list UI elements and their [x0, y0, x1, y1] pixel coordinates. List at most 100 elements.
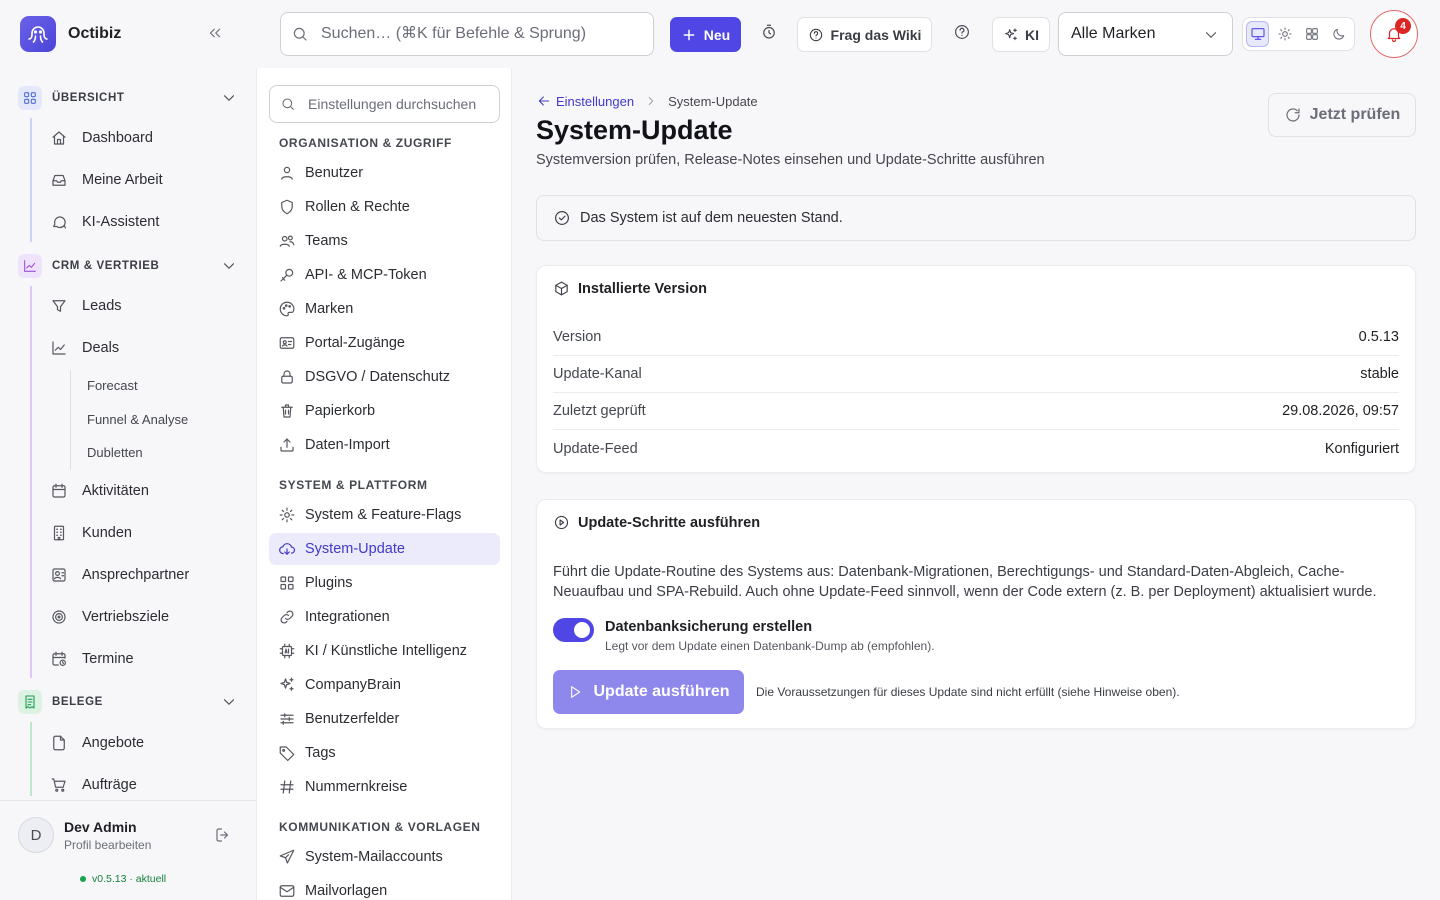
settings-item-marken[interactable]: Marken — [269, 293, 500, 325]
plugins-grid-icon — [280, 576, 294, 590]
settings-item-integrationen[interactable]: Integrationen — [269, 601, 500, 633]
settings-item-papierkorb[interactable]: Papierkorb — [269, 395, 500, 427]
settings-item-companybrain[interactable]: CompanyBrain — [269, 669, 500, 701]
chevron-down-icon — [1205, 32, 1217, 38]
chart-line-icon — [18, 254, 42, 278]
nav-group-uebersicht[interactable]: ÜBERSICHT — [18, 86, 242, 110]
nav-item-vertriebsziele[interactable]: Vertriebsziele — [50, 602, 169, 632]
nav-item-kunden[interactable]: Kunden — [50, 518, 132, 548]
nav-item-ki-assistent[interactable]: KI-Assistent — [50, 207, 159, 237]
nav-group-belege[interactable]: BELEGE — [18, 690, 242, 714]
nav-subitem-forecast[interactable]: Forecast — [87, 378, 138, 393]
nav-item-ansprechpartner[interactable]: Ansprechpartner — [50, 560, 189, 590]
lock-icon — [281, 370, 293, 384]
version-status: v0.5.13 · aktuell — [80, 873, 166, 885]
help-circle-icon — [809, 28, 822, 41]
backup-toggle[interactable] — [553, 618, 594, 642]
settings-item-api-token[interactable]: API- & MCP-Token — [269, 259, 500, 291]
monitor-icon[interactable] — [1246, 21, 1270, 47]
toggle-knob — [574, 622, 590, 638]
check-now-button[interactable]: Jetzt prüfen — [1268, 93, 1416, 137]
subnav-line — [70, 370, 71, 470]
nav-item-label: Leads — [82, 298, 122, 314]
settings-item-plugins[interactable]: Plugins — [269, 567, 500, 599]
nav-item-aktivitaeten[interactable]: Aktivitäten — [50, 476, 149, 506]
new-button-label: Neu — [703, 26, 731, 43]
settings-item-ki[interactable]: KI / Künstliche Intelligenz — [269, 635, 500, 667]
card-title: Installierte Version — [553, 280, 707, 297]
nav-item-dashboard[interactable]: Dashboard — [50, 123, 153, 153]
backup-toggle-help: Legt vor dem Update einen Datenbank-Dump… — [605, 639, 935, 653]
notifications-button[interactable]: 4 — [1370, 10, 1418, 58]
sparkles-icon — [1005, 27, 1017, 40]
target-icon — [52, 610, 66, 624]
settings-item-tags[interactable]: Tags — [269, 737, 500, 769]
settings-item-mailvorlagen[interactable]: Mailvorlagen — [269, 875, 500, 900]
settings-item-nummernkreise[interactable]: Nummernkreise — [269, 771, 500, 803]
settings-item-rollen[interactable]: Rollen & Rechte — [269, 191, 500, 223]
nav-item-auftraege[interactable]: Aufträge — [50, 770, 137, 796]
global-search-input[interactable] — [321, 25, 641, 43]
collapse-sidebar-icon[interactable] — [206, 24, 224, 42]
moon-icon[interactable] — [1327, 21, 1350, 47]
new-button[interactable]: Neu — [670, 17, 741, 52]
settings-search[interactable] — [269, 85, 500, 123]
chevron-down-icon[interactable] — [220, 257, 238, 275]
nav-item-leads[interactable]: Leads — [50, 291, 122, 321]
breadcrumb-back-link[interactable]: Einstellungen — [536, 93, 634, 109]
settings-item-teams[interactable]: Teams — [269, 225, 500, 257]
settings-item-label: System-Update — [305, 541, 405, 557]
settings-item-label: Portal-Zugänge — [305, 335, 405, 351]
ki-button[interactable]: KI — [992, 17, 1050, 52]
logout-icon[interactable] — [214, 826, 232, 844]
octopus-logo-icon — [20, 16, 56, 52]
settings-item-import[interactable]: Daten-Import — [269, 429, 500, 461]
edit-profile-link[interactable]: Profil bearbeiten — [64, 838, 151, 852]
palette-icon — [279, 301, 295, 317]
trend-icon — [52, 341, 66, 355]
nav-item-meine-arbeit[interactable]: Meine Arbeit — [50, 165, 163, 195]
sun-icon[interactable] — [1273, 21, 1296, 47]
nav-group-line — [30, 286, 32, 678]
nav-item-deals[interactable]: Deals — [50, 333, 119, 363]
card-title-label: Update-Schritte ausführen — [578, 514, 761, 531]
card-title-label: Installierte Version — [578, 280, 707, 297]
user-name[interactable]: Dev Admin — [64, 819, 137, 835]
help-icon[interactable] — [953, 23, 971, 41]
info-value: 29.08.2026, 09:57 — [1282, 403, 1399, 419]
wiki-button[interactable]: Frag das Wiki — [797, 17, 932, 52]
info-key: Update-Kanal — [553, 366, 642, 382]
nav-subitem-dubletten[interactable]: Dubletten — [87, 445, 143, 460]
nav-group-crm[interactable]: CRM & VERTRIEB — [18, 254, 242, 278]
settings-item-system-flags[interactable]: System & Feature-Flags — [269, 499, 500, 531]
brand-select[interactable]: Alle Marken — [1058, 12, 1233, 56]
info-key: Update-Feed — [553, 440, 638, 457]
settings-item-system-update[interactable]: System-Update — [269, 533, 500, 565]
shield-icon — [281, 199, 293, 215]
nav-item-termine[interactable]: Termine — [50, 644, 134, 674]
chevron-down-icon[interactable] — [220, 89, 238, 107]
avatar[interactable]: D — [18, 817, 54, 853]
hash-icon — [280, 780, 294, 794]
settings-item-benutzerfelder[interactable]: Benutzerfelder — [269, 703, 500, 735]
settings-item-benutzer[interactable]: Benutzer — [269, 157, 500, 189]
page-title: System-Update — [536, 115, 733, 145]
info-row-version: Version 0.5.13 — [553, 319, 1399, 356]
nav-item-angebote[interactable]: Angebote — [50, 728, 144, 758]
status-message: Das System ist auf dem neuesten Stand. — [580, 210, 843, 226]
global-search[interactable] — [280, 12, 654, 56]
nav-item-label: Dashboard — [82, 130, 153, 146]
settings-search-input[interactable] — [308, 96, 498, 112]
settings-item-mailaccounts[interactable]: System-Mailaccounts — [269, 841, 500, 873]
nav-subitem-funnel[interactable]: Funnel & Analyse — [87, 412, 188, 427]
timer-icon[interactable] — [760, 23, 778, 41]
settings-item-dsgvo[interactable]: DSGVO / Datenschutz — [269, 361, 500, 393]
settings-item-portal[interactable]: Portal-Zugänge — [269, 327, 500, 359]
brand[interactable]: Octibiz — [20, 16, 121, 52]
run-update-button[interactable]: Update ausführen — [553, 670, 744, 714]
settings-item-label: Rollen & Rechte — [305, 199, 410, 215]
layout-grid-icon[interactable] — [1300, 21, 1323, 47]
chevron-down-icon[interactable] — [220, 693, 238, 711]
brand-select-value: Alle Marken — [1071, 25, 1156, 42]
status-alert: Das System ist auf dem neuesten Stand. — [536, 195, 1416, 241]
